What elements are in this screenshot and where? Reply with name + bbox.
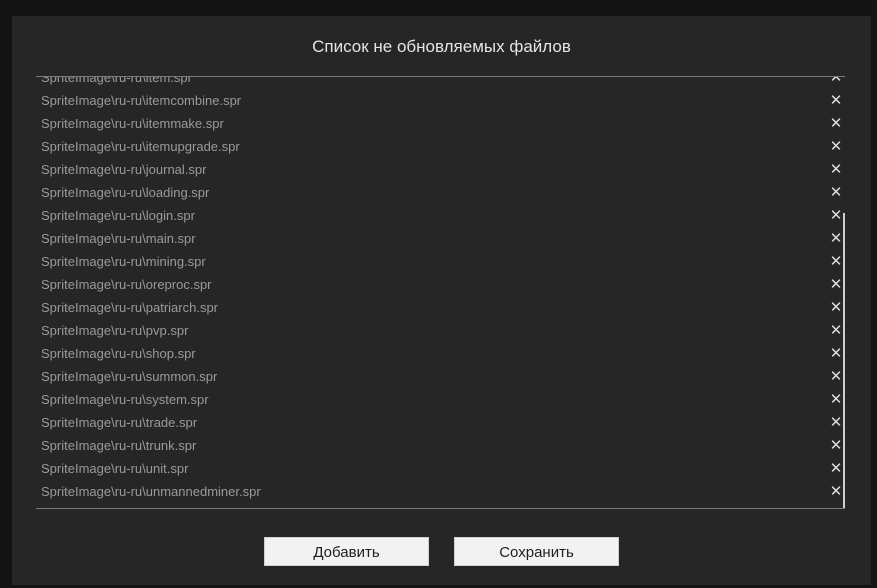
file-path: SpriteImage\ru-ru\unit.spr xyxy=(41,461,189,476)
list-item[interactable]: SpriteImage\ru-ru\trunk.spr ✕ xyxy=(36,434,845,457)
remove-file-button[interactable]: ✕ xyxy=(829,135,843,158)
list-item[interactable]: SpriteImage\ru-ru\pvp.spr ✕ xyxy=(36,319,845,342)
remove-file-button[interactable]: ✕ xyxy=(829,434,843,457)
file-path: SpriteImage\ru-ru\loading.spr xyxy=(41,185,210,200)
file-path: SpriteImage\ru-ru\itemupgrade.spr xyxy=(41,139,240,154)
file-path: SpriteImage\ru-ru\itemmake.spr xyxy=(41,116,224,131)
list-item[interactable]: SpriteImage\ru-ru\main.spr ✕ xyxy=(36,227,845,250)
file-path: SpriteImage\ru-ru\patriarch.spr xyxy=(41,300,219,315)
dialog-title: Список не обновляемых файлов xyxy=(312,37,571,56)
list-item[interactable]: SpriteImage\ru-ru\shop.spr ✕ xyxy=(36,342,845,365)
list-item[interactable]: SpriteImage\ru-ru\trade.spr ✕ xyxy=(36,411,845,434)
list-item[interactable]: SpriteImage\ru-ru\journal.spr ✕ xyxy=(36,158,845,181)
file-path: SpriteImage\ru-ru\pvp.spr xyxy=(41,323,189,338)
list-item[interactable]: SpriteImage\ru-ru\itemcombine.spr ✕ xyxy=(36,89,845,112)
remove-file-button[interactable]: ✕ xyxy=(829,411,843,434)
remove-file-button[interactable]: ✕ xyxy=(829,204,843,227)
list-item[interactable]: SpriteImage\ru-ru\loading.spr ✕ xyxy=(36,181,845,204)
file-path: SpriteImage\ru-ru\journal.spr xyxy=(41,162,207,177)
list-item[interactable]: SpriteImage\ru-ru\item.spr ✕ xyxy=(36,76,845,89)
scrollbar-thumb[interactable] xyxy=(843,213,845,508)
file-path: SpriteImage\ru-ru\main.spr xyxy=(41,231,196,246)
save-button[interactable]: Сохранить xyxy=(454,537,619,566)
remove-file-button[interactable]: ✕ xyxy=(829,273,843,296)
list-item[interactable]: SpriteImage\ru-ru\mining.spr ✕ xyxy=(36,250,845,273)
remove-file-button[interactable]: ✕ xyxy=(829,457,843,480)
file-list-items: SpriteImage\ru-ru\item.spr ✕ SpriteImage\r… xyxy=(36,76,845,503)
file-path: SpriteImage\ru-ru\oreproc.spr xyxy=(41,277,212,292)
remove-file-button[interactable]: ✕ xyxy=(829,296,843,319)
remove-file-button[interactable]: ✕ xyxy=(829,480,843,503)
dialog-window: Список не обновляемых файлов SpriteImage… xyxy=(12,16,871,585)
scrollbar[interactable] xyxy=(842,77,845,508)
remove-file-button[interactable]: ✕ xyxy=(829,319,843,342)
list-item[interactable]: SpriteImage\ru-ru\summon.spr ✕ xyxy=(36,365,845,388)
remove-file-button[interactable]: ✕ xyxy=(829,365,843,388)
file-path: SpriteImage\ru-ru\system.spr xyxy=(41,392,209,407)
file-list[interactable]: SpriteImage\ru-ru\item.spr ✕ SpriteImage\r… xyxy=(36,76,845,509)
remove-file-button[interactable]: ✕ xyxy=(829,181,843,204)
list-item[interactable]: SpriteImage\ru-ru\unmannedminer.spr ✕ xyxy=(36,480,845,503)
remove-file-button[interactable]: ✕ xyxy=(829,250,843,273)
list-item[interactable]: SpriteImage\ru-ru\unit.spr ✕ xyxy=(36,457,845,480)
file-path: SpriteImage\ru-ru\trade.spr xyxy=(41,415,198,430)
remove-file-button[interactable]: ✕ xyxy=(829,158,843,181)
file-path: SpriteImage\ru-ru\trunk.spr xyxy=(41,438,197,453)
file-path: SpriteImage\ru-ru\shop.spr xyxy=(41,346,196,361)
file-path: SpriteImage\ru-ru\itemcombine.spr xyxy=(41,93,242,108)
list-item[interactable]: SpriteImage\ru-ru\itemmake.spr ✕ xyxy=(36,112,845,135)
file-path: SpriteImage\ru-ru\mining.spr xyxy=(41,254,206,269)
file-path: SpriteImage\ru-ru\unmannedminer.spr xyxy=(41,484,261,499)
remove-file-button[interactable]: ✕ xyxy=(829,388,843,411)
list-item[interactable]: SpriteImage\ru-ru\login.spr ✕ xyxy=(36,204,845,227)
remove-file-button[interactable]: ✕ xyxy=(829,77,843,89)
remove-file-button[interactable]: ✕ xyxy=(829,89,843,112)
file-path: SpriteImage\ru-ru\item.spr xyxy=(41,76,192,85)
list-item[interactable]: SpriteImage\ru-ru\system.spr ✕ xyxy=(36,388,845,411)
file-path: SpriteImage\ru-ru\summon.spr xyxy=(41,369,218,384)
list-item[interactable]: SpriteImage\ru-ru\oreproc.spr ✕ xyxy=(36,273,845,296)
file-path: SpriteImage\ru-ru\login.spr xyxy=(41,208,195,223)
add-button[interactable]: Добавить xyxy=(264,537,429,566)
remove-file-button[interactable]: ✕ xyxy=(829,342,843,365)
remove-file-button[interactable]: ✕ xyxy=(829,112,843,135)
remove-file-button[interactable]: ✕ xyxy=(829,227,843,250)
list-item[interactable]: SpriteImage\ru-ru\itemupgrade.spr ✕ xyxy=(36,135,845,158)
list-item[interactable]: SpriteImage\ru-ru\patriarch.spr ✕ xyxy=(36,296,845,319)
